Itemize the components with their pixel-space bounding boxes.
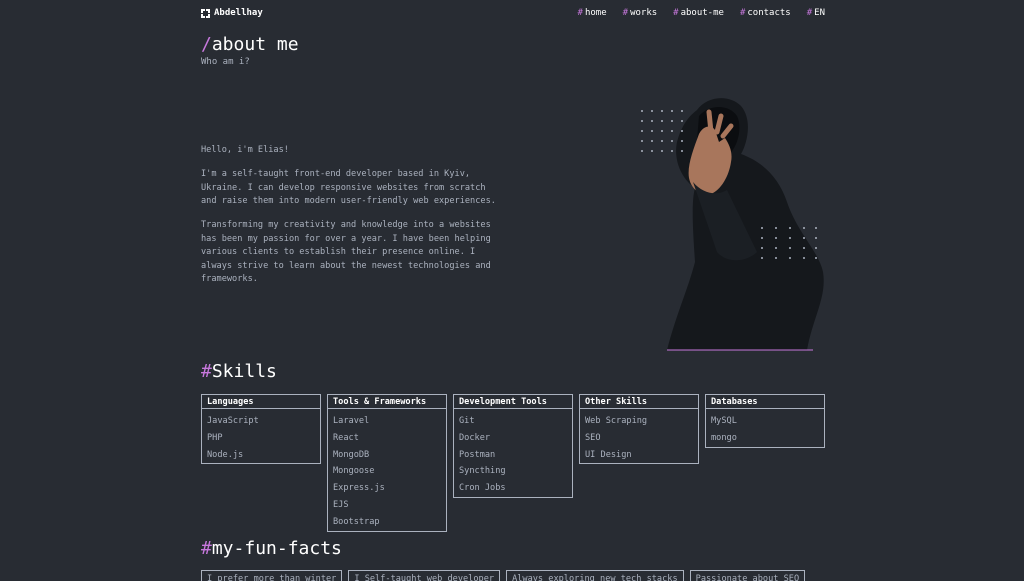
language-switcher[interactable]: # EN	[807, 8, 825, 18]
logo-text: Abdellhay	[214, 8, 263, 18]
skill-card-title: Languages	[202, 395, 320, 409]
skills-title: #Skills	[201, 361, 277, 382]
skill-item: MongoDB	[333, 449, 370, 460]
fun-fact: Passionate about SEO	[689, 570, 806, 581]
about-paragraph: Transforming my creativity and knowledge…	[201, 220, 491, 284]
fun-fact: Always exploring new tech stacks	[506, 570, 684, 581]
skill-card-tools: Tools & Frameworks Laravel React MongoDB…	[327, 394, 447, 532]
skill-card-other: Other Skills Web Scraping SEO UI Design	[579, 394, 699, 465]
fun-fact: I Self-taught web developer	[348, 570, 501, 581]
skill-card-title: Tools & Frameworks	[328, 395, 446, 409]
header: Abdellhay # home # works # about-me # contac…	[201, 8, 825, 22]
profile-photo	[637, 92, 827, 352]
skill-item: Syncthing	[459, 466, 506, 477]
logo[interactable]: Abdellhay	[201, 8, 263, 18]
skill-item: Mongoose	[333, 466, 375, 477]
skills-grid: Languages JavaScript PHP Node.js Tools &…	[201, 394, 825, 534]
skill-item: Web Scraping	[585, 416, 648, 426]
skill-item: Node.js	[207, 449, 244, 460]
dot-grid-icon	[761, 227, 817, 259]
skill-item: Docker	[459, 432, 491, 443]
skill-item: Postman	[459, 449, 496, 460]
nav-contacts[interactable]: # contacts	[740, 8, 791, 18]
skill-card-title: Development Tools	[454, 395, 572, 409]
skill-card-title: Other Skills	[580, 395, 698, 409]
skill-item: Cron Jobs	[459, 483, 506, 494]
skill-item: Git	[459, 416, 475, 426]
skill-item: Laravel	[333, 416, 370, 426]
nav-works[interactable]: # works	[623, 8, 658, 18]
main-nav: # home # works # about-me # contacts # EN	[578, 8, 825, 18]
fun-facts-title: #my-fun-facts	[201, 538, 342, 559]
skill-card-title: Databases	[706, 395, 824, 409]
skill-item: mongo	[711, 432, 737, 443]
skill-card-languages: Languages JavaScript PHP Node.js	[201, 394, 321, 465]
skill-card-databases: Databases MySQL mongo	[705, 394, 825, 448]
skill-item: PHP	[207, 432, 223, 443]
skill-card-dev-tools: Development Tools Git Docker Postman Syn…	[453, 394, 573, 498]
about-paragraph: I'm a self-taught front-end developer ba…	[201, 169, 496, 206]
fun-fact: I prefer more than winter	[201, 570, 343, 581]
skill-item: UI Design	[585, 449, 632, 460]
skill-item: Express.js	[333, 483, 385, 494]
about-text: Hello, i'm Elias! I'm a self-taught fron…	[201, 144, 501, 297]
page-title: /about me	[201, 34, 299, 55]
nav-about-me[interactable]: # about-me	[673, 8, 724, 18]
logo-icon	[201, 8, 210, 18]
skill-item: Bootstrap	[333, 516, 380, 527]
about-greeting: Hello, i'm Elias!	[201, 145, 289, 155]
skill-item: JavaScript	[207, 416, 259, 426]
fun-facts-list: I prefer more than winter I Self-taught …	[201, 570, 825, 581]
skill-item: SEO	[585, 432, 601, 443]
skill-item: EJS	[333, 499, 349, 510]
nav-home[interactable]: # home	[578, 8, 607, 18]
skill-item: MySQL	[711, 416, 737, 426]
page-subtitle: Who am i?	[201, 57, 250, 67]
skill-item: React	[333, 432, 359, 443]
dot-grid-icon	[641, 110, 683, 152]
